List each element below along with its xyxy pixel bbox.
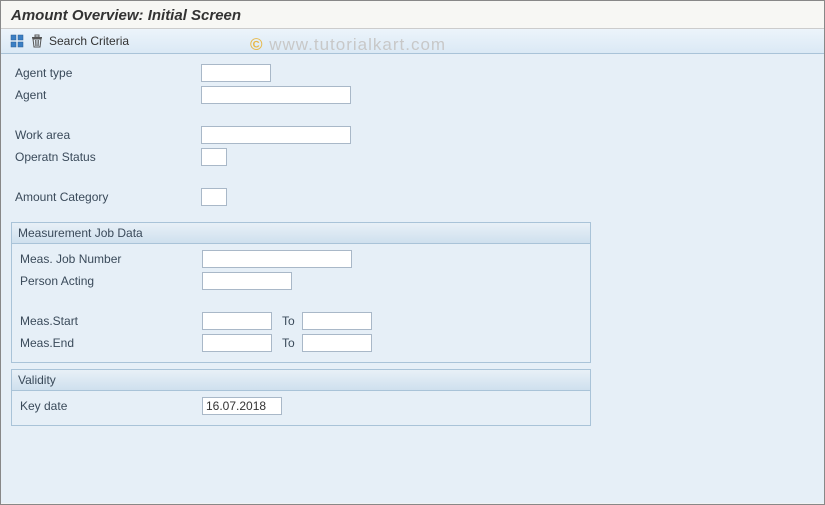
meas-end-label: Meas.End: [16, 336, 202, 350]
meas-end-to-label: To: [272, 336, 302, 350]
amount-category-input[interactable]: [201, 188, 227, 206]
meas-start-to-input[interactable]: [302, 312, 372, 330]
validity-group-title: Validity: [12, 370, 590, 391]
work-area-label: Work area: [11, 128, 201, 142]
amount-category-label: Amount Category: [11, 190, 201, 204]
operatn-status-label: Operatn Status: [11, 150, 201, 164]
agent-input[interactable]: [201, 86, 351, 104]
key-date-label: Key date: [16, 399, 202, 413]
search-criteria-button[interactable]: Search Criteria: [49, 34, 129, 48]
meas-start-label: Meas.Start: [16, 314, 202, 328]
meas-start-to-label: To: [272, 314, 302, 328]
page-title: Amount Overview: Initial Screen: [11, 7, 814, 24]
title-bar: Amount Overview: Initial Screen: [1, 1, 824, 29]
meas-end-to-input[interactable]: [302, 334, 372, 352]
operatn-status-input[interactable]: [201, 148, 227, 166]
meas-job-number-label: Meas. Job Number: [16, 252, 202, 266]
trash-icon[interactable]: [29, 33, 45, 49]
validity-group: Validity Key date: [11, 369, 591, 426]
grid-icon[interactable]: [9, 33, 25, 49]
person-acting-label: Person Acting: [16, 274, 202, 288]
agent-label: Agent: [11, 88, 201, 102]
meas-end-from-input[interactable]: [202, 334, 272, 352]
agent-type-input[interactable]: [201, 64, 271, 82]
measurement-group-title: Measurement Job Data: [12, 223, 590, 244]
content-area: Agent type Agent Work area Operatn Statu…: [1, 54, 824, 503]
toolbar: Search Criteria: [1, 29, 824, 54]
agent-type-label: Agent type: [11, 66, 201, 80]
measurement-job-data-group: Measurement Job Data Meas. Job Number Pe…: [11, 222, 591, 363]
meas-start-from-input[interactable]: [202, 312, 272, 330]
key-date-input[interactable]: [202, 397, 282, 415]
meas-job-number-input[interactable]: [202, 250, 352, 268]
work-area-input[interactable]: [201, 126, 351, 144]
person-acting-input[interactable]: [202, 272, 292, 290]
